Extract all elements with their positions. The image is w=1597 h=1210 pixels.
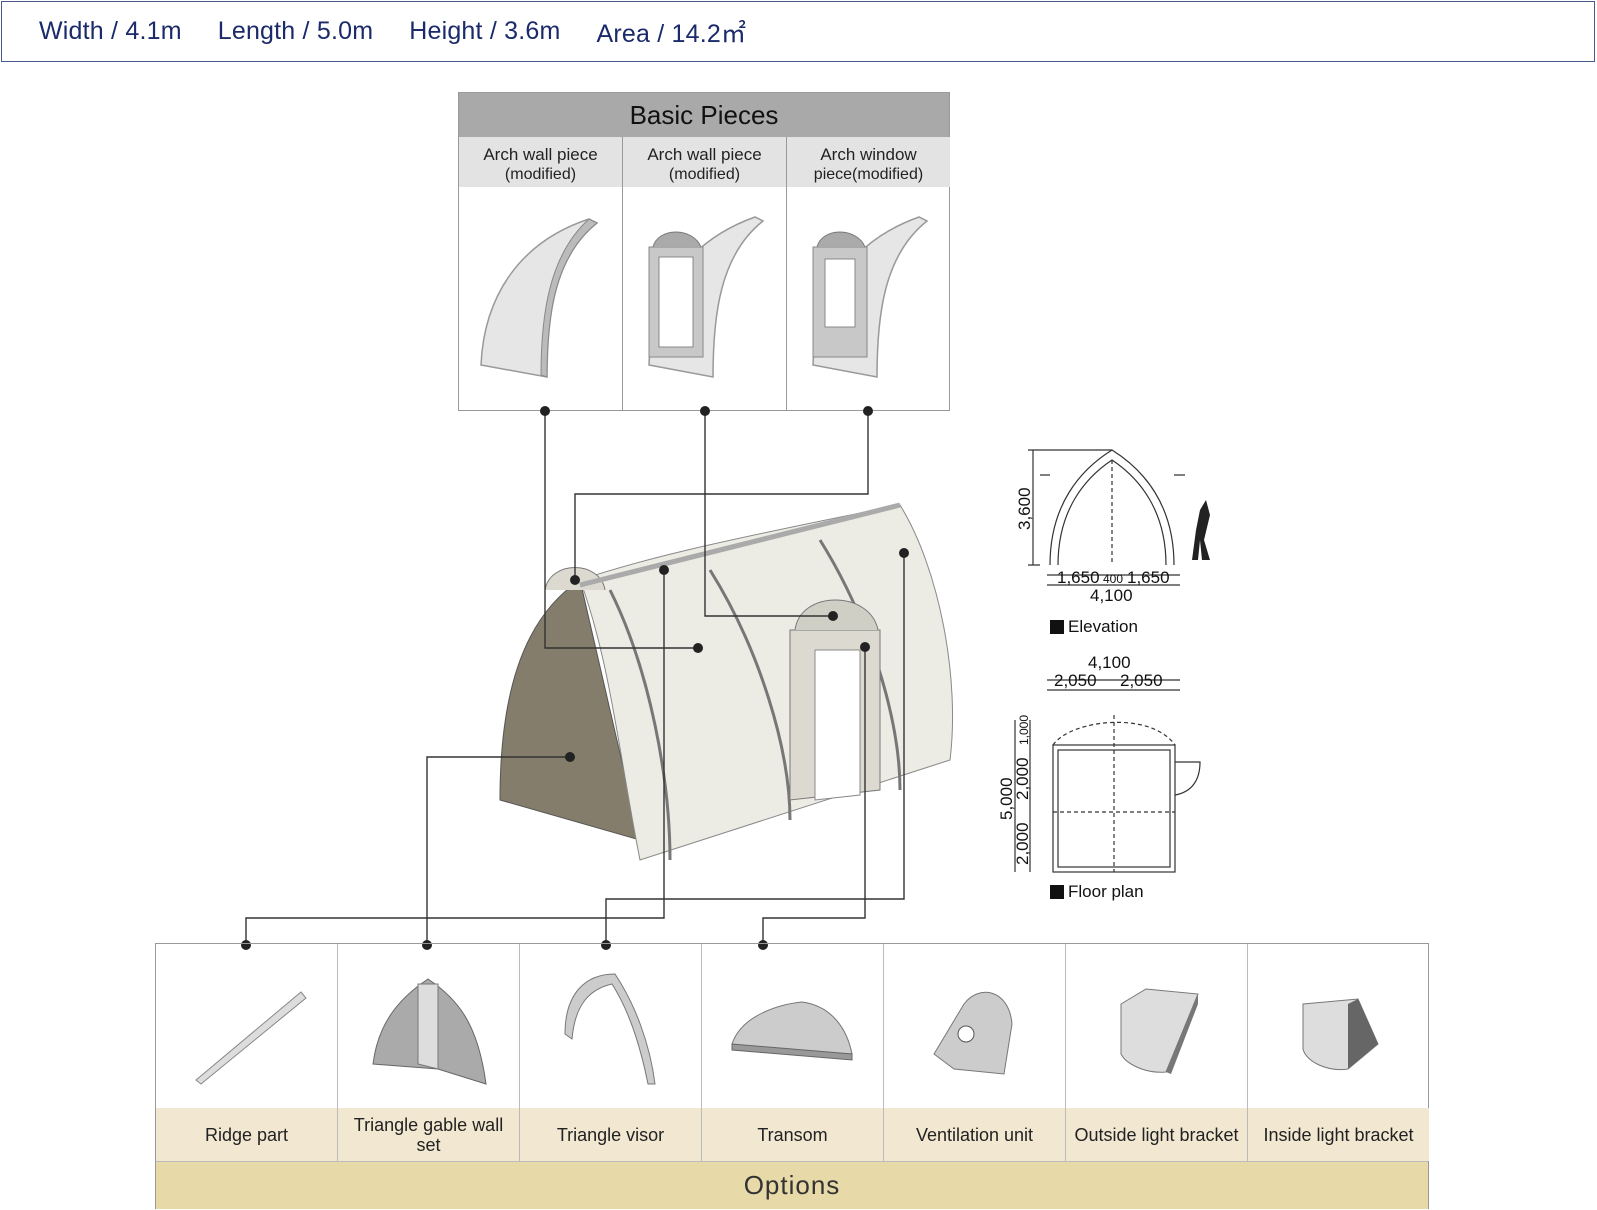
option-ridge-part: Ridge part [156,944,338,1161]
option-label: Triangle gable wall set [338,1108,519,1161]
human-scale-silhouette [1192,500,1210,560]
options-title: Options [156,1161,1428,1209]
option-label: Ridge part [156,1108,337,1161]
triangle-visor-illustration [520,944,701,1108]
floor-plan-caption: Floor plan [1050,882,1144,902]
floor-plan-drawing [1014,679,1201,873]
ventilation-unit-illustration [884,944,1065,1108]
option-ventilation-unit: Ventilation unit [884,944,1066,1161]
option-label: Ventilation unit [884,1108,1065,1161]
plan-half-width-2: 2,050 [1120,671,1163,690]
elev-width-1: 1,650 [1057,568,1100,587]
ridge-part-illustration [156,944,337,1108]
option-label: Inside light bracket [1248,1108,1429,1161]
building-illustration [499,502,954,861]
elev-total-width: 4,100 [1090,586,1133,605]
elevation-caption: Elevation [1050,617,1138,637]
plan-segment-2: 2,000 [1013,757,1032,800]
option-label: Outside light bracket [1066,1108,1247,1161]
square-bullet-icon [1050,885,1064,899]
option-transom: Transom [702,944,884,1161]
elev-width-3: 1,650 [1127,568,1170,587]
floor-plan-label: Floor plan [1068,882,1144,901]
option-outside-light-bracket: Outside light bracket [1066,944,1248,1161]
outside-light-bracket-illustration [1066,944,1247,1108]
plan-segment-3: 2,000 [1013,822,1032,865]
elevation-label: Elevation [1068,617,1138,636]
elev-height-label: 3,600 [1015,487,1034,530]
plan-half-width-1: 2,050 [1054,671,1097,690]
option-label: Transom [702,1108,883,1161]
elev-width-2: 400 [1103,572,1123,586]
square-bullet-icon [1050,620,1064,634]
triangle-gable-wall-illustration [338,944,519,1108]
plan-total-width: 4,100 [1088,653,1131,672]
transom-illustration [702,944,883,1108]
option-label: Triangle visor [520,1108,701,1161]
elevation-drawing [1028,449,1185,586]
options-panel: Ridge part Triangle gable wall set Trian… [155,943,1429,1209]
plan-segment-1: 1,000 [1017,715,1031,745]
option-triangle-gable-wall-set: Triangle gable wall set [338,944,520,1161]
option-triangle-visor: Triangle visor [520,944,702,1161]
option-inside-light-bracket: Inside light bracket [1248,944,1429,1161]
inside-light-bracket-illustration [1248,944,1429,1108]
